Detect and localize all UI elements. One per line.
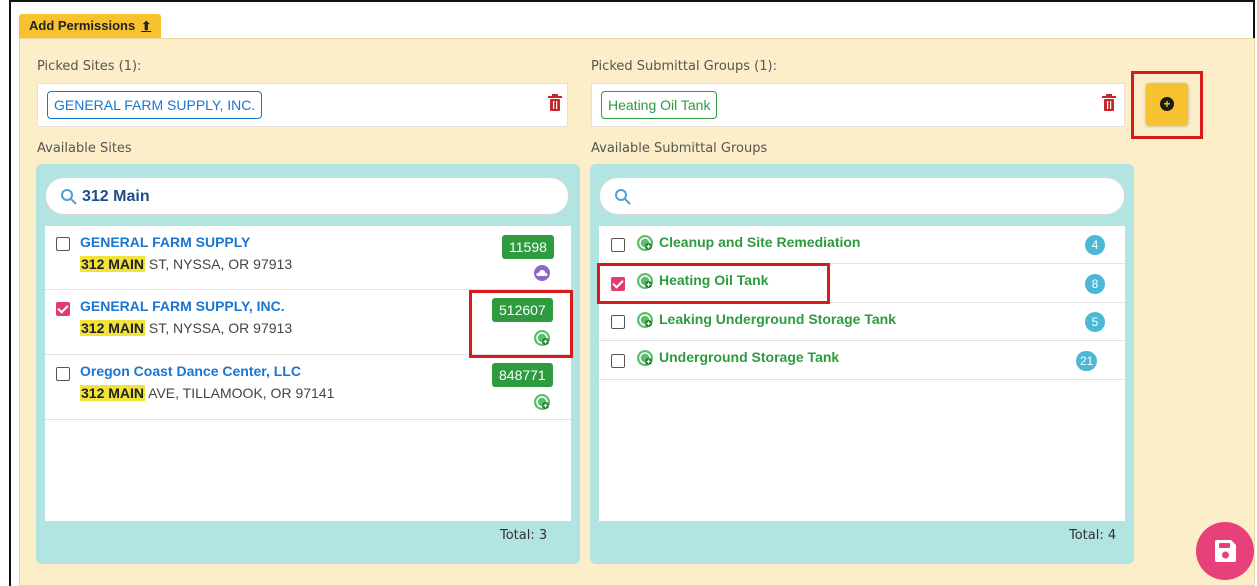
group-checkbox[interactable] <box>611 354 625 368</box>
site-name[interactable]: GENERAL FARM SUPPLY, INC. <box>80 298 285 314</box>
picked-groups-label: Picked Submittal Groups (1): <box>591 59 777 74</box>
address-highlight: 312 MAIN <box>80 320 146 336</box>
site-name[interactable]: GENERAL FARM SUPPLY <box>80 234 250 250</box>
group-count-badge: 21 <box>1076 351 1098 371</box>
sites-total: Total: 3 <box>500 528 548 543</box>
group-name[interactable]: Leaking Underground Storage Tank <box>659 311 896 327</box>
highlight-box-add <box>1131 71 1203 139</box>
group-count-badge: 8 <box>1085 274 1105 294</box>
group-row[interactable]: Leaking Underground Storage Tank 5 <box>599 303 1125 341</box>
picked-site-chip[interactable]: GENERAL FARM SUPPLY, INC. <box>47 91 263 119</box>
tab-label: Add Permissions <box>29 18 136 33</box>
group-name[interactable]: Cleanup and Site Remediation <box>659 234 860 250</box>
site-checkbox[interactable] <box>56 302 70 316</box>
site-checkbox[interactable] <box>56 367 70 381</box>
available-groups-label: Available Submittal Groups <box>591 141 768 156</box>
group-count-badge: 4 <box>1085 235 1105 255</box>
trash-icon[interactable] <box>547 93 563 113</box>
picked-sites-box: GENERAL FARM SUPPLY, INC. <box>37 83 568 127</box>
highlight-box-group <box>597 263 830 304</box>
search-icon <box>61 189 77 205</box>
save-button[interactable] <box>1196 522 1254 580</box>
site-checkbox[interactable] <box>56 237 70 251</box>
site-address: 312 MAIN ST, NYSSA, OR 97913 <box>80 256 292 272</box>
group-checkbox[interactable] <box>611 238 625 252</box>
group-row[interactable]: Underground Storage Tank 21 <box>599 341 1125 380</box>
trash-icon[interactable] <box>1101 93 1117 113</box>
green-add-icon <box>637 235 653 251</box>
site-address: 312 MAIN ST, NYSSA, OR 97913 <box>80 320 292 336</box>
save-icon <box>1215 540 1236 562</box>
highlight-box-site <box>469 290 573 358</box>
sites-list: GENERAL FARM SUPPLY 312 MAIN ST, NYSSA, … <box>45 226 571 521</box>
group-checkbox[interactable] <box>611 315 625 329</box>
green-add-icon <box>637 312 653 328</box>
group-count-badge: 5 <box>1085 312 1105 332</box>
available-sites-label: Available Sites <box>37 141 132 156</box>
address-highlight: 312 MAIN <box>80 256 146 272</box>
site-address: 312 MAIN AVE, TILLAMOOK, OR 97141 <box>80 385 334 401</box>
address-rest: ST, NYSSA, OR 97913 <box>145 320 293 336</box>
group-row[interactable]: Cleanup and Site Remediation 4 <box>599 226 1125 264</box>
available-groups-panel: Cleanup and Site Remediation 4 Heating O… <box>590 164 1134 564</box>
add-permissions-tab[interactable]: Add Permissions ⬆ <box>19 14 162 38</box>
green-add-icon <box>534 394 550 410</box>
sites-search-value: 312 Main <box>82 188 150 205</box>
picked-groups-box: Heating Oil Tank <box>591 83 1125 127</box>
address-rest: AVE, TILLAMOOK, OR 97141 <box>145 385 335 401</box>
cloud-icon <box>534 265 550 281</box>
search-icon <box>615 189 631 205</box>
picked-group-chip[interactable]: Heating Oil Tank <box>601 91 718 119</box>
groups-total: Total: 4 <box>1069 528 1117 543</box>
available-sites-panel: 312 Main GENERAL FARM SUPPLY 312 MAIN ST… <box>36 164 580 564</box>
picked-sites-label: Picked Sites (1): <box>37 59 142 74</box>
site-row[interactable]: GENERAL FARM SUPPLY 312 MAIN ST, NYSSA, … <box>45 226 571 290</box>
sites-search-input[interactable]: 312 Main <box>45 177 569 215</box>
address-rest: ST, NYSSA, OR 97913 <box>145 256 293 272</box>
groups-search-input[interactable] <box>599 177 1125 215</box>
site-id-badge: 848771 <box>492 363 553 387</box>
green-add-icon <box>637 350 653 366</box>
group-name[interactable]: Underground Storage Tank <box>659 349 839 365</box>
address-highlight: 312 MAIN <box>80 385 146 401</box>
site-name[interactable]: Oregon Coast Dance Center, LLC <box>80 363 301 379</box>
upload-icon: ⬆ <box>141 19 152 33</box>
site-row[interactable]: Oregon Coast Dance Center, LLC 312 MAIN … <box>45 355 571 420</box>
site-id-badge: 11598 <box>502 235 554 259</box>
